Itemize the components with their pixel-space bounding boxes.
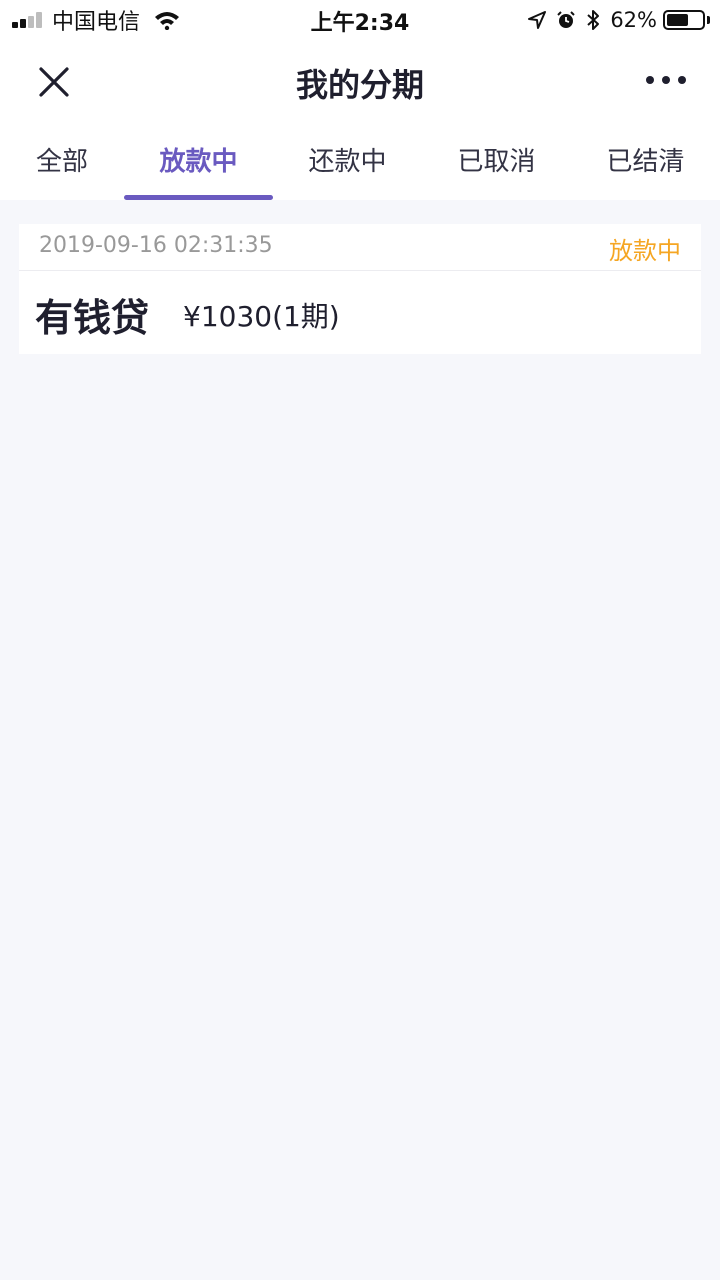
- status-bar: 中国电信 上午2:34 62%: [0, 0, 720, 40]
- location-icon: [528, 11, 547, 29]
- alarm-icon: [557, 11, 576, 28]
- bluetooth-icon: [587, 10, 600, 30]
- installment-card[interactable]: 2019-09-16 02:31:35 放款中 有钱贷 ¥1030(1期): [19, 224, 701, 354]
- tab-repaying[interactable]: 还款中: [273, 124, 422, 200]
- status-tabs: 全部 放款中 还款中 已取消 已结清: [0, 124, 720, 200]
- more-icon[interactable]: [646, 66, 686, 94]
- battery-tip: [707, 16, 710, 24]
- navigation-bar: 我的分期: [0, 40, 720, 124]
- active-tab-indicator: [124, 195, 273, 200]
- battery-percentage: 62%: [610, 8, 657, 32]
- record-date: 2019-09-16 02:31:35: [39, 233, 273, 258]
- status-bar-right: 62%: [518, 6, 710, 34]
- tab-all[interactable]: 全部: [0, 124, 124, 200]
- product-name: 有钱贷: [35, 296, 150, 340]
- tab-cancelled[interactable]: 已取消: [422, 124, 571, 200]
- card-body: 有钱贷 ¥1030(1期): [19, 271, 701, 354]
- loan-amount: ¥1030(1期): [183, 300, 340, 333]
- status-badge: 放款中: [609, 237, 681, 265]
- battery-icon: [663, 10, 705, 30]
- page-title: 我的分期: [295, 66, 424, 104]
- tab-disbursing[interactable]: 放款中: [124, 124, 273, 200]
- tab-settled[interactable]: 已结清: [571, 124, 720, 200]
- card-header: 2019-09-16 02:31:35 放款中: [19, 224, 701, 271]
